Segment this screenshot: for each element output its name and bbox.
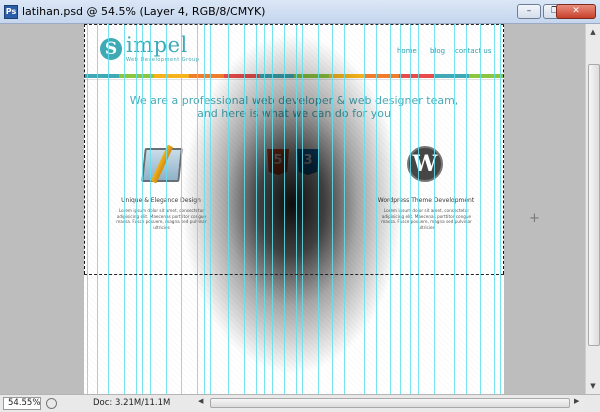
guide-line	[108, 24, 109, 394]
rainbow-segment	[189, 74, 224, 78]
vertical-scrollbar[interactable]: ▲ ▼	[585, 24, 600, 394]
nav-contact: contact us	[455, 47, 492, 55]
rainbow-segment	[469, 74, 504, 78]
vertical-scroll-thumb[interactable]	[588, 64, 600, 346]
document-size-info[interactable]: Doc: 3.21M/11.1M	[93, 398, 170, 408]
scroll-left-arrow-icon[interactable]: ◀	[198, 397, 203, 405]
guide-line	[494, 24, 495, 394]
guide-line	[400, 24, 401, 394]
selection-marquee-right	[503, 24, 504, 274]
guide-line	[454, 24, 455, 394]
crosshair-cursor-icon: +	[529, 211, 540, 226]
guide-line	[410, 24, 411, 394]
headline-line-2: and here is what we can do for you	[197, 107, 391, 120]
rainbow-segment	[84, 74, 119, 78]
window-title: latihan.psd @ 54.5% (Layer 4, RGB/8/CMYK…	[22, 5, 266, 18]
column-title-wordpress: Wordpress Theme Development	[377, 197, 475, 204]
rainbow-segment	[364, 74, 399, 78]
keynote-design-icon	[139, 144, 183, 184]
guide-line	[434, 24, 435, 394]
guide-line	[166, 24, 167, 394]
document-workspace[interactable]: S impel Web Development Group home blog …	[0, 24, 585, 394]
selection-marquee-bottom	[84, 274, 504, 275]
guide-line	[228, 24, 229, 394]
nav-blog: blog	[430, 47, 446, 55]
guide-line	[272, 24, 273, 394]
guide-line	[418, 24, 419, 394]
rainbow-stripe	[84, 74, 504, 78]
horizontal-scroll-thumb[interactable]	[210, 398, 570, 408]
column-body-wordpress: Lorem ipsum dolor sit amet, consectetur …	[381, 208, 472, 230]
guide-line	[376, 24, 377, 394]
guide-line	[87, 24, 88, 394]
guide-line	[480, 24, 481, 394]
logo-mark-icon: S	[100, 38, 122, 60]
guide-line	[124, 24, 125, 394]
guide-line	[264, 24, 265, 394]
scroll-down-arrow-icon[interactable]: ▼	[587, 380, 599, 392]
selection-marquee-left	[84, 24, 85, 274]
guide-line	[364, 24, 365, 394]
guide-line	[284, 24, 285, 394]
guide-line	[500, 24, 501, 394]
minimize-button[interactable]: –	[517, 4, 541, 19]
close-button[interactable]: ✕	[556, 4, 596, 19]
horizontal-scrollbar[interactable]: ◀ ▶	[196, 397, 585, 410]
header-divider	[84, 79, 504, 80]
rainbow-segment	[294, 74, 329, 78]
guide-line	[181, 24, 182, 394]
guide-line	[210, 24, 211, 394]
column-body-design: Lorem ipsum dolor sit amet, consectetur …	[116, 208, 207, 230]
guide-line	[344, 24, 345, 394]
scroll-up-arrow-icon[interactable]: ▲	[587, 26, 599, 38]
photoshop-app-icon: Ps	[4, 5, 18, 19]
guide-line	[136, 24, 137, 394]
guide-line	[197, 24, 198, 394]
guide-line	[97, 24, 98, 394]
guide-line	[142, 24, 143, 394]
headline-line-1: We are a professional web developer & we…	[129, 94, 459, 107]
status-info-icon[interactable]	[46, 398, 57, 409]
logo-tagline: Web Development Group	[126, 57, 200, 63]
zoom-level-field[interactable]: 54.55%	[3, 397, 41, 410]
guide-line	[318, 24, 319, 394]
guide-line	[204, 24, 205, 394]
rainbow-segment	[154, 74, 189, 78]
column-title-design: Unique & Elegance Design	[121, 197, 201, 204]
guide-line	[466, 24, 467, 394]
status-bar: 54.55% Doc: 3.21M/11.1M ◀ ▶	[0, 394, 600, 412]
rainbow-segment	[399, 74, 434, 78]
rainbow-segment	[224, 74, 259, 78]
guide-line	[332, 24, 333, 394]
guide-line	[244, 24, 245, 394]
html5-icon: 5	[267, 149, 289, 175]
guide-line	[150, 24, 151, 394]
guide-line	[296, 24, 297, 394]
wordpress-icon: W	[407, 146, 443, 182]
document-canvas[interactable]: S impel Web Development Group home blog …	[84, 24, 504, 394]
guide-line	[302, 24, 303, 394]
guide-line	[256, 24, 257, 394]
window-title-bar[interactable]: Ps latihan.psd @ 54.5% (Layer 4, RGB/8/C…	[0, 0, 600, 24]
rainbow-segment	[329, 74, 364, 78]
guide-line	[390, 24, 391, 394]
rainbow-segment	[434, 74, 469, 78]
scroll-right-arrow-icon[interactable]: ▶	[574, 397, 579, 405]
selection-marquee-top	[84, 24, 504, 25]
css3-icon: 3	[297, 149, 319, 175]
